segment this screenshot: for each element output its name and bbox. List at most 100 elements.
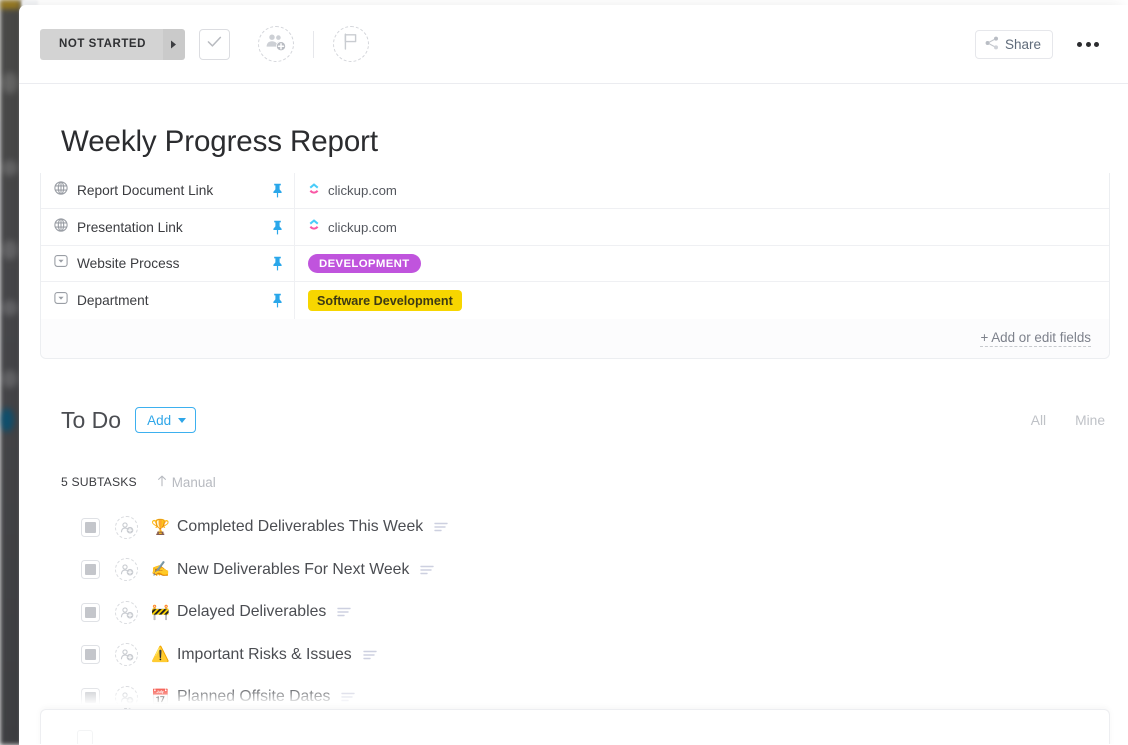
add-button-label: Add — [147, 413, 171, 428]
fields-footer: + Add or edit fields — [41, 319, 1109, 358]
check-icon — [207, 35, 222, 53]
dropdown-icon — [54, 291, 68, 310]
field-name-cell: Department — [41, 282, 295, 319]
description-lines-icon[interactable] — [363, 650, 377, 660]
pushpin-icon[interactable] — [272, 183, 283, 198]
subtask-name: Delayed Deliverables — [177, 603, 326, 621]
field-label: Department — [77, 293, 263, 308]
field-name-cell: Website Process — [41, 246, 295, 282]
subtask-name: New Deliverables For Next Week — [177, 561, 409, 579]
calendar-icon: 📅 — [151, 690, 169, 705]
field-value-cell[interactable]: clickup.com — [295, 209, 1109, 245]
table-row[interactable]: Department Software Development — [41, 282, 1109, 319]
checkbox-icon[interactable] — [81, 645, 100, 664]
checkbox-icon[interactable] — [81, 603, 100, 622]
table-row[interactable]: Presentation Link — [41, 209, 1109, 246]
checkbox-icon[interactable] — [77, 730, 93, 744]
status-badge: Software Development — [308, 290, 462, 311]
checkbox-icon[interactable] — [81, 560, 100, 579]
todo-title: To Do — [61, 407, 121, 434]
add-assignee-icon[interactable] — [115, 686, 138, 709]
set-priority-button[interactable] — [333, 26, 369, 62]
next-section-card[interactable] — [40, 709, 1110, 744]
mark-complete-button[interactable] — [199, 29, 230, 60]
sidebar-smudge — [2, 72, 18, 94]
checkbox-icon[interactable] — [81, 688, 100, 707]
field-name-cell: Presentation Link — [41, 209, 295, 245]
dropdown-icon — [54, 254, 68, 273]
add-assignee-icon[interactable] — [115, 558, 138, 581]
construction-icon: 🚧 — [151, 605, 169, 620]
field-value-cell[interactable]: Software Development — [295, 282, 1109, 319]
globe-icon — [54, 218, 68, 237]
list-item[interactable]: 🏆 Completed Deliverables This Week — [40, 506, 1107, 549]
ellipsis-icon — [1094, 42, 1099, 47]
add-assignee-icon[interactable] — [115, 516, 138, 539]
subtasks-meta: 5 SUBTASKS Manual — [40, 475, 1107, 490]
add-subtask-button[interactable]: Add — [135, 407, 196, 433]
list-item[interactable]: ✍️ New Deliverables For Next Week — [40, 548, 1107, 591]
field-value-cell[interactable]: DEVELOPMENT — [295, 246, 1109, 282]
clickup-logo-icon — [308, 182, 321, 200]
trophy-icon: 🏆 — [151, 520, 169, 535]
field-name-cell: Report Document Link — [41, 173, 295, 209]
table-row[interactable]: Website Process DEVELOPMENT — [41, 246, 1109, 283]
field-value-cell[interactable]: clickup.com — [295, 173, 1109, 209]
field-label: Presentation Link — [77, 220, 263, 235]
sidebar-smudge — [2, 300, 18, 316]
globe-icon — [54, 181, 68, 200]
task-body: Weekly Progress Report Report Document L… — [19, 84, 1128, 744]
caret-right-icon[interactable] — [163, 29, 185, 60]
description-lines-icon[interactable] — [337, 607, 351, 617]
filter-all-button[interactable]: All — [1029, 409, 1048, 432]
description-lines-icon[interactable] — [434, 522, 448, 532]
sidebar-smudge — [2, 370, 18, 388]
sidebar-smudge — [2, 160, 18, 176]
page-title: Weekly Progress Report — [40, 84, 1107, 159]
sort-mode-button[interactable]: Manual — [157, 475, 216, 490]
warning-icon: ⚠️ — [151, 647, 169, 662]
more-options-button[interactable] — [1071, 34, 1105, 55]
status-dropdown[interactable]: NOT STARTED — [40, 29, 185, 60]
toolbar-divider — [313, 31, 314, 58]
task-detail-modal: NOT STARTED — [19, 5, 1128, 745]
list-item[interactable]: ⚠️ Important Risks & Issues — [40, 633, 1107, 676]
add-assignee-button[interactable] — [258, 26, 294, 62]
add-assignee-icon[interactable] — [115, 643, 138, 666]
sidebar-smudge — [2, 240, 18, 260]
sidebar-active-indicator — [0, 408, 14, 432]
ellipsis-icon — [1086, 42, 1091, 47]
ellipsis-icon — [1077, 42, 1082, 47]
custom-fields-card: Report Document Link — [40, 173, 1110, 359]
add-assignee-icon[interactable] — [115, 601, 138, 624]
field-label: Website Process — [77, 256, 263, 271]
share-icon — [985, 36, 999, 53]
writing-hand-icon: ✍️ — [151, 562, 169, 577]
pushpin-icon[interactable] — [272, 293, 283, 308]
sort-mode-label: Manual — [172, 475, 216, 490]
table-row[interactable]: Report Document Link — [41, 173, 1109, 210]
subtask-name: Completed Deliverables This Week — [177, 518, 423, 536]
filter-mine-button[interactable]: Mine — [1073, 409, 1107, 432]
description-lines-icon[interactable] — [341, 692, 355, 702]
task-toolbar: NOT STARTED — [19, 5, 1128, 84]
subtask-count-label: 5 SUBTASKS — [61, 475, 137, 489]
subtask-list: 🏆 Completed Deliverables This Week — [40, 506, 1107, 719]
sidebar-top-accent — [0, 0, 20, 9]
todo-section-header: To Do Add All Mine — [40, 407, 1107, 434]
list-item[interactable] — [41, 710, 1109, 744]
checkbox-icon[interactable] — [81, 518, 100, 537]
clickup-logo-icon — [308, 218, 321, 236]
flag-icon — [343, 33, 358, 55]
share-button[interactable]: Share — [975, 30, 1053, 59]
pushpin-icon[interactable] — [272, 256, 283, 271]
arrow-up-icon — [157, 475, 167, 490]
status-label: NOT STARTED — [40, 29, 163, 60]
add-assignee-icon — [264, 32, 288, 57]
add-or-edit-fields-button[interactable]: + Add or edit fields — [980, 330, 1091, 347]
subtask-name: Important Risks & Issues — [177, 646, 352, 664]
description-lines-icon[interactable] — [420, 565, 434, 575]
list-item[interactable]: 🚧 Delayed Deliverables — [40, 591, 1107, 634]
pushpin-icon[interactable] — [272, 220, 283, 235]
share-label: Share — [1005, 37, 1041, 52]
